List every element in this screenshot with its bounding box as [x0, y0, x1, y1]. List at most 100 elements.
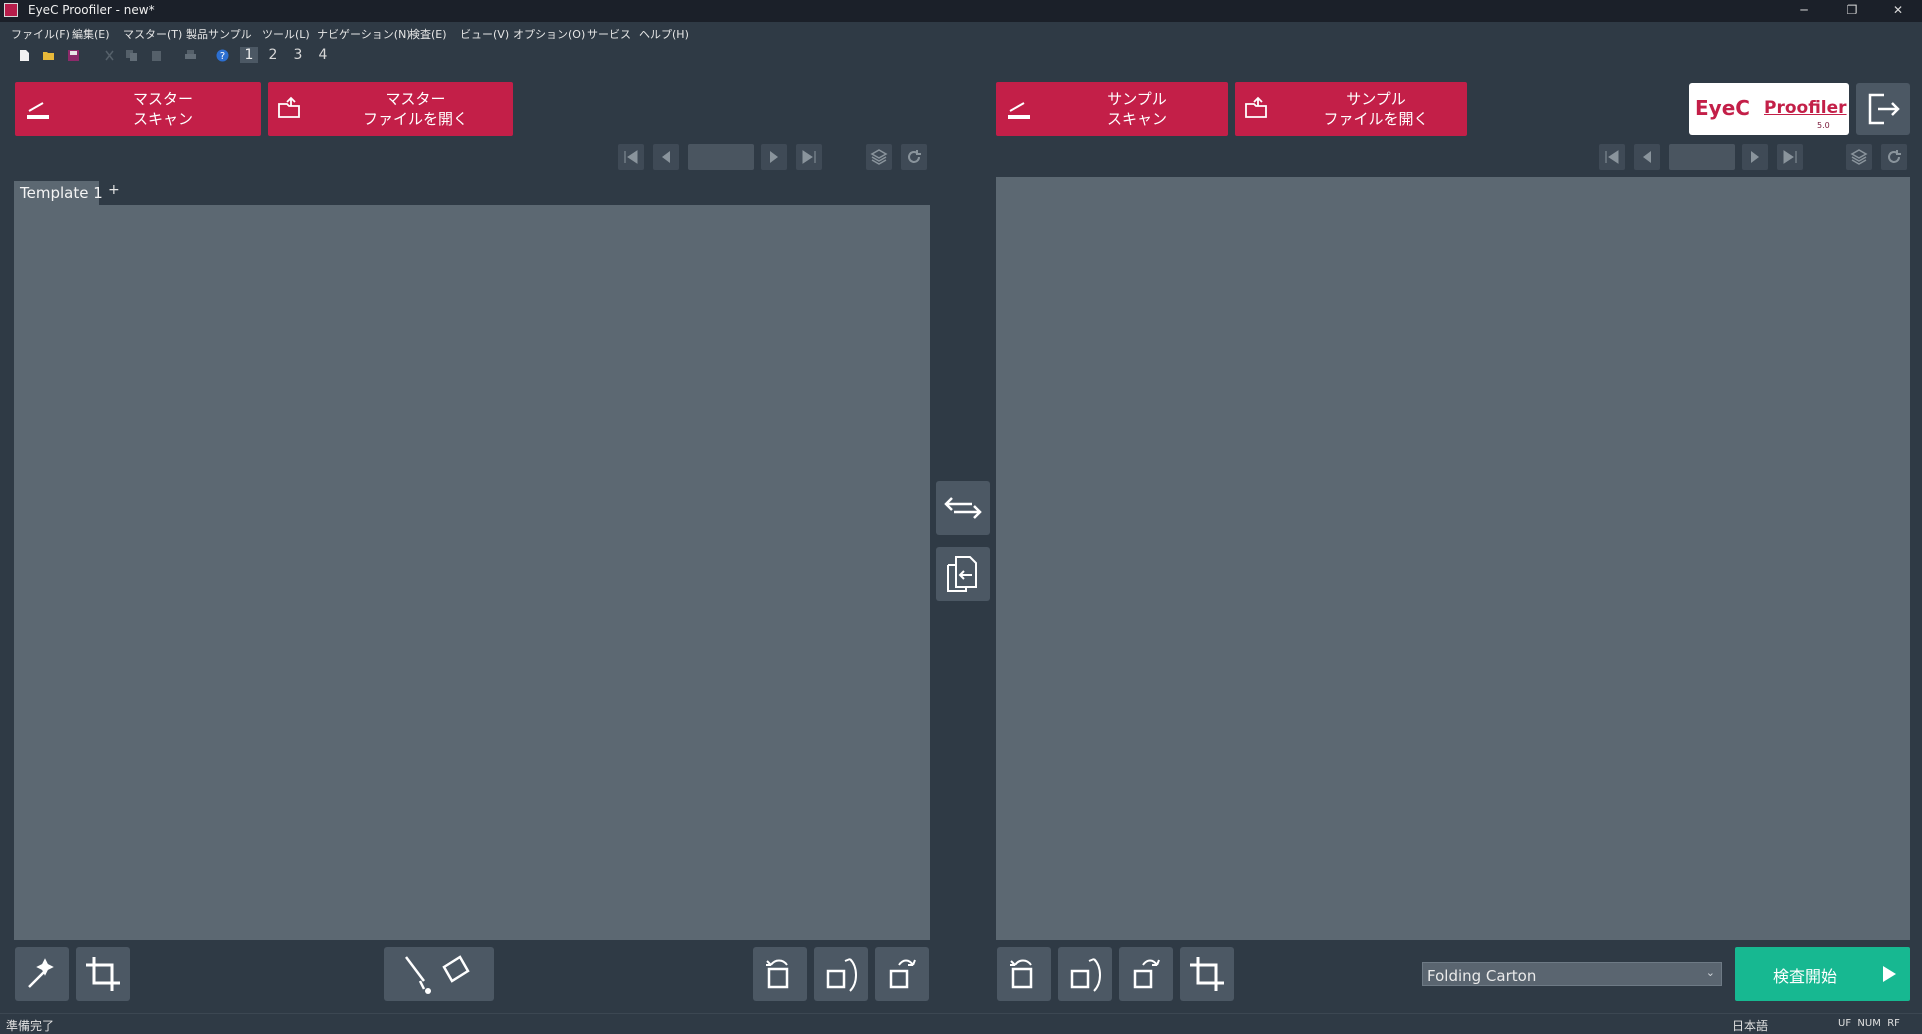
play-icon: [1883, 966, 1896, 982]
menu-master[interactable]: マスター(T): [123, 26, 182, 42]
flip-icon: [1070, 958, 1101, 992]
print-icon[interactable]: [184, 49, 197, 62]
status-bar: 準備完了 日本語 UF NUM RF: [0, 1013, 1922, 1034]
sample-rotate-right-button[interactable]: [1119, 947, 1173, 1001]
master-open-file-button[interactable]: マスター ファイルを開く: [268, 82, 513, 136]
master-prev-page-button[interactable]: [653, 144, 679, 170]
magic-wand-button[interactable]: [15, 947, 69, 1001]
sample-page-select[interactable]: [1669, 144, 1735, 170]
status-message: 準備完了: [6, 1019, 55, 1033]
sample-last-page-button[interactable]: [1777, 144, 1803, 170]
master-refresh-button[interactable]: [901, 144, 927, 170]
menu-help[interactable]: ヘルプ(H): [639, 26, 689, 42]
layers-icon: [870, 149, 888, 165]
sample-flip-button[interactable]: [1058, 947, 1112, 1001]
page-1-button[interactable]: 1: [240, 47, 258, 63]
crop-icon: [86, 957, 120, 991]
svg-text:?: ?: [220, 51, 225, 62]
sample-open-file-button[interactable]: サンプル ファイルを開く: [1235, 82, 1467, 136]
status-language: 日本語: [1732, 1019, 1769, 1033]
start-inspection-label: 検査開始: [1773, 967, 1838, 986]
eyec-logo: EyeC Proofiler 5.0: [1689, 83, 1849, 135]
minimize-button[interactable]: ─: [1784, 0, 1824, 22]
master-next-page-button[interactable]: [761, 144, 787, 170]
master-scan-button[interactable]: マスター スキャン: [15, 82, 261, 136]
sample-first-page-button[interactable]: [1599, 144, 1625, 170]
master-layers-button[interactable]: [866, 144, 892, 170]
window-title: EyeC Proofiler - new*: [28, 3, 155, 17]
folder-open-icon: [278, 96, 300, 118]
color-picker-fill-button[interactable]: [384, 947, 494, 1001]
restore-button[interactable]: ❐: [1832, 0, 1872, 22]
inspection-profile-value: Folding Carton: [1427, 967, 1537, 985]
logo-brand: EyeC: [1695, 96, 1750, 120]
master-first-page-button[interactable]: [618, 144, 644, 170]
refresh-icon: [1888, 150, 1901, 163]
page-3-button[interactable]: 3: [289, 47, 307, 63]
menu-navigation[interactable]: ナビゲーション(N): [317, 26, 411, 42]
menu-edit[interactable]: 編集(E): [72, 26, 110, 42]
close-button[interactable]: ✕: [1878, 0, 1918, 22]
rotate-right-icon: [1133, 959, 1160, 989]
cut-icon[interactable]: [103, 49, 116, 62]
scanner-icon: [1008, 102, 1030, 119]
new-file-icon[interactable]: [18, 49, 31, 62]
scanner-icon: [27, 102, 49, 119]
save-icon[interactable]: [67, 49, 80, 62]
master-image-pane[interactable]: [14, 205, 930, 940]
flip-icon: [826, 958, 857, 992]
paste-icon[interactable]: [150, 49, 163, 62]
menu-view[interactable]: ビュー(V): [460, 26, 509, 42]
chevron-down-icon: ⌄: [1705, 966, 1715, 979]
first-page-icon: [624, 150, 638, 164]
sample-crop-button[interactable]: [1180, 947, 1234, 1001]
master-rotate-left-button[interactable]: [753, 947, 807, 1001]
rotate-right-icon: [889, 959, 916, 989]
copy-document-icon: [947, 556, 977, 592]
help-icon[interactable]: ?: [216, 49, 229, 62]
prev-page-icon: [1643, 151, 1651, 163]
menu-inspection[interactable]: 検査(E): [409, 26, 447, 42]
folder-open-icon: [1245, 96, 1267, 118]
last-page-icon: [802, 150, 816, 164]
sample-layers-button[interactable]: [1846, 144, 1872, 170]
next-page-icon: [770, 151, 778, 163]
title-bar: EyeC Proofiler - new* ─ ❐ ✕: [0, 0, 1922, 22]
menu-file[interactable]: ファイル(F): [11, 26, 70, 42]
next-page-icon: [1751, 151, 1759, 163]
start-inspection-button[interactable]: 検査開始: [1735, 947, 1910, 1001]
master-page-select[interactable]: [688, 144, 754, 170]
prev-page-icon: [662, 151, 670, 163]
sample-prev-page-button[interactable]: [1634, 144, 1660, 170]
master-open-file-label: マスター ファイルを開く: [362, 90, 468, 128]
sample-rotate-left-button[interactable]: [997, 947, 1051, 1001]
refresh-icon: [908, 150, 921, 163]
master-last-page-button[interactable]: [796, 144, 822, 170]
menu-service[interactable]: サービス: [587, 26, 631, 42]
master-flip-button[interactable]: [814, 947, 868, 1001]
swap-arrows-icon: [944, 497, 982, 519]
inspection-profile-select[interactable]: Folding Carton ⌄: [1422, 962, 1722, 986]
rotate-left-icon: [1010, 959, 1033, 989]
open-folder-icon[interactable]: [42, 49, 55, 62]
sample-scan-label: サンプル スキャン: [1106, 90, 1167, 128]
app-icon: [4, 3, 18, 17]
sample-refresh-button[interactable]: [1881, 144, 1907, 170]
menu-product-sample[interactable]: 製品サンプル: [186, 26, 252, 42]
copy-to-master-button[interactable]: [936, 547, 990, 601]
tab-template-1[interactable]: Template 1: [14, 181, 103, 205]
master-rotate-right-button[interactable]: [875, 947, 929, 1001]
swap-button[interactable]: [936, 481, 990, 535]
sample-image-pane[interactable]: [996, 177, 1910, 940]
sample-scan-button[interactable]: サンプル スキャン: [996, 82, 1228, 136]
menu-options[interactable]: オプション(O): [513, 26, 585, 42]
master-crop-button[interactable]: [76, 947, 130, 1001]
last-page-icon: [1783, 150, 1797, 164]
exit-button[interactable]: [1856, 83, 1910, 135]
add-tab-button[interactable]: +: [108, 182, 120, 198]
sample-next-page-button[interactable]: [1742, 144, 1768, 170]
menu-tools[interactable]: ツール(L): [262, 26, 310, 42]
page-4-button[interactable]: 4: [314, 47, 332, 63]
page-2-button[interactable]: 2: [264, 47, 282, 63]
copy-icon[interactable]: [125, 49, 138, 62]
